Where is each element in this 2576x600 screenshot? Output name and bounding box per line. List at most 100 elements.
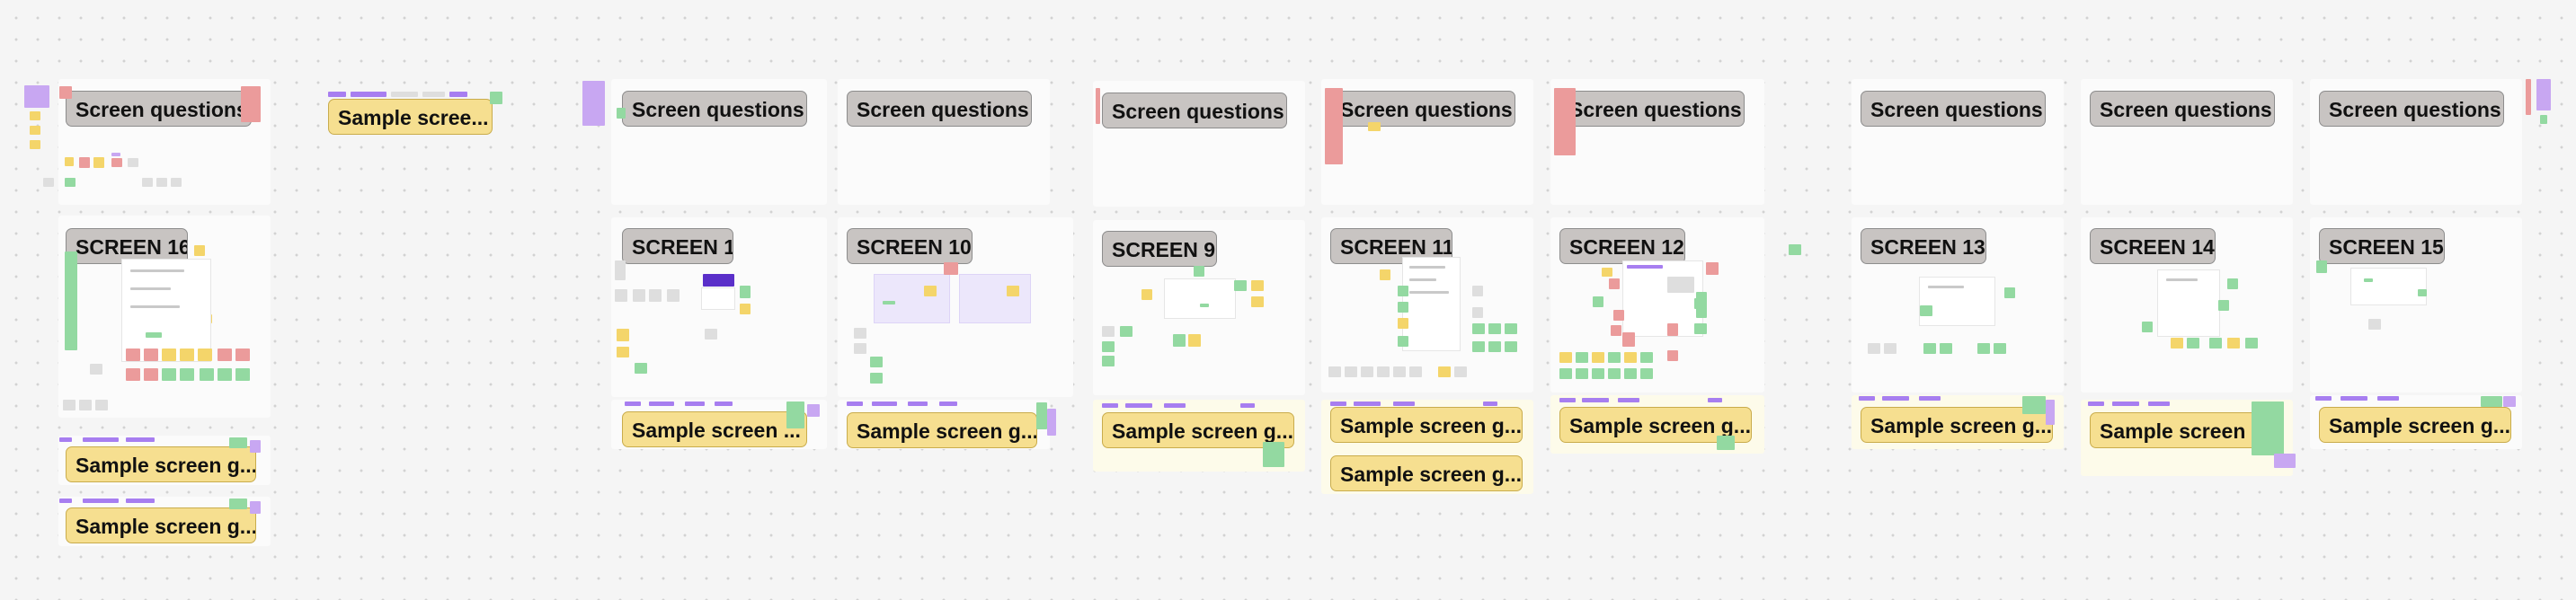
frame-label-screen-13[interactable]: SCREEN 13 [1861,228,1986,264]
sticky-note[interactable] [1263,442,1284,467]
tag-chip[interactable] [59,499,72,503]
sticky-note[interactable] [1188,334,1201,347]
tag-chip[interactable] [351,92,386,97]
sticky-note[interactable] [142,178,153,187]
tag-chip[interactable] [126,499,155,503]
tag-chip[interactable] [391,92,418,97]
sticky-note[interactable] [2227,278,2238,289]
sticky-note[interactable] [146,332,162,338]
sticky-note[interactable] [1667,350,1678,361]
sticky-note[interactable] [1694,298,1707,309]
sticky-note[interactable] [924,286,937,296]
sticky-note[interactable] [1096,88,1100,124]
sticky-note[interactable] [126,368,140,381]
sticky-note[interactable] [24,85,49,108]
sticky-note[interactable] [854,343,866,354]
sticky-note[interactable] [490,92,502,104]
sticky-note[interactable] [1611,325,1621,336]
sticky-note[interactable] [65,157,74,166]
sticky-note[interactable] [1472,323,1485,334]
sticky-note[interactable] [1608,368,1621,379]
sticky-note[interactable] [1102,341,1115,352]
sticky-note[interactable] [128,158,138,167]
sticky-note[interactable] [1706,262,1719,275]
sticky-note[interactable] [30,140,40,149]
sticky-note[interactable] [198,349,212,361]
frame-label-screen-questions[interactable]: Screen questions [1861,91,2046,127]
sticky-note[interactable] [617,347,629,357]
sticky-note[interactable] [944,262,958,275]
sticky-note[interactable] [1200,304,1209,307]
sticky-note[interactable] [43,178,54,187]
tag-chip[interactable] [908,401,928,406]
sticky-note[interactable] [633,289,645,302]
sticky-note[interactable] [1593,296,1603,307]
frame-label-screen-questions[interactable]: Screen questions [1330,91,1515,127]
tag-chip[interactable] [1882,396,1909,401]
sticky-note[interactable] [2209,338,2222,349]
frame-label-screen-questions[interactable]: Screen questions [847,91,1032,127]
sticky-note[interactable] [162,368,176,381]
tag-chip[interactable] [83,437,119,442]
frame-label-screen-questions[interactable]: Screen questions [1559,91,1745,127]
sticky-note[interactable] [30,126,40,135]
sticky-note[interactable] [250,440,261,453]
sticky-note[interactable] [2536,79,2551,110]
sticky-note[interactable] [218,368,232,381]
tag-chip[interactable] [1102,403,1118,408]
sticky-note[interactable] [1036,402,1047,429]
tag-chip[interactable] [2088,401,2104,406]
sticky-note[interactable] [1368,122,1381,131]
tag-chip[interactable] [1559,398,1576,402]
tag-chip[interactable] [422,92,445,97]
sticky-note[interactable] [1328,366,1341,377]
frame-label-screen-questions[interactable]: Screen questions [66,91,252,127]
sticky-note[interactable] [2540,115,2547,124]
sticky-note[interactable] [1325,88,1343,164]
tag-chip[interactable] [1582,398,1609,402]
sticky-note[interactable] [1398,286,1408,296]
sticky-note[interactable] [180,349,194,361]
sticky-note[interactable] [582,81,605,126]
sticky-note[interactable] [218,349,232,361]
frame-label-screen-10[interactable]: SCREEN 10 [847,228,973,264]
sticky-note[interactable] [79,157,90,168]
sticky-note[interactable] [1409,366,1422,377]
tag-chip[interactable] [625,401,641,406]
tag-chip[interactable] [1164,403,1186,408]
sticky-note[interactable] [1398,318,1408,329]
sticky-note[interactable] [162,349,176,361]
frame-label-sample-16b[interactable]: Sample screen g... [66,507,256,543]
frame-label-screen-questions[interactable]: Screen questions [622,91,807,127]
sticky-note[interactable] [171,178,182,187]
tag-chip[interactable] [1618,398,1639,402]
sticky-note[interactable] [870,357,883,367]
sticky-note[interactable] [1592,368,1604,379]
sticky-note[interactable] [2316,260,2327,273]
sticky-note[interactable] [1602,268,1612,277]
tag-chip[interactable] [328,92,346,97]
sticky-note[interactable] [1920,305,1932,316]
sticky-note[interactable] [1884,343,1896,354]
sticky-note[interactable] [2274,454,2296,468]
sticky-note[interactable] [2142,322,2153,332]
sticky-note[interactable] [2022,396,2046,414]
frame-label-sample-10[interactable]: Sample screen g... [847,412,1037,448]
tag-chip[interactable] [939,401,957,406]
frame-label-screen-9[interactable]: SCREEN 9 [1102,231,1217,267]
sticky-note[interactable] [1613,310,1624,321]
sticky-note[interactable] [1554,88,1576,155]
tag-chip[interactable] [1393,401,1415,406]
sticky-note[interactable] [111,153,120,156]
sticky-note[interactable] [1559,368,1572,379]
app-screen-thumbnail[interactable] [121,259,211,362]
tag-chip[interactable] [1859,396,1875,401]
sticky-note[interactable] [2368,319,2381,330]
sticky-note[interactable] [1505,341,1517,352]
sticky-note[interactable] [2004,287,2015,298]
sticky-note[interactable] [1393,366,1406,377]
sticky-note[interactable] [93,157,104,168]
frame-label-sample-1[interactable]: Sample screen ... [622,411,807,447]
sticky-note[interactable] [2187,338,2199,349]
sticky-note[interactable] [649,289,662,302]
